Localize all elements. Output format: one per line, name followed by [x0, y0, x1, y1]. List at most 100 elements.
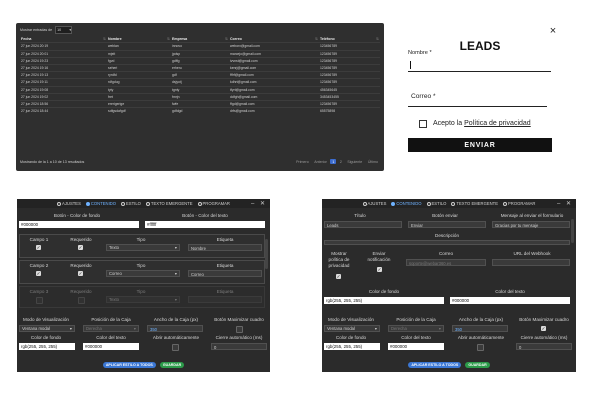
mostrar-privacidad-checkbox[interactable]: ✓	[336, 274, 341, 279]
tab-estilo[interactable]: ESTILO	[426, 201, 446, 206]
bg-input[interactable]: rgb(255, 255, 255)	[324, 297, 444, 304]
required-checkbox[interactable]: ✓	[78, 271, 83, 276]
window-buttons[interactable]: – ✕	[251, 200, 267, 207]
boton-enviar-label: Botón enviar	[432, 213, 458, 218]
close-icon[interactable]: ×	[548, 26, 558, 37]
required-checkbox[interactable]: ✓	[78, 245, 83, 250]
maximizar-label: Botón Maximizar cuadro	[519, 317, 569, 322]
apply-style-all-button[interactable]: APLICAR ESTILO A TODOS	[408, 362, 462, 368]
tipo-label: Tipo	[136, 263, 146, 268]
page-last-button[interactable]: Último	[366, 159, 380, 164]
tipo-select[interactable]: Correo ▾	[106, 270, 180, 277]
posicion-select[interactable]: Derecha ▾	[388, 325, 444, 332]
etiqueta-input[interactable]	[188, 296, 262, 303]
tab-contenido[interactable]: CONTENIDO	[85, 201, 116, 206]
sort-icon: ⇅	[102, 37, 106, 42]
editor-actions: APLICAR ESTILO A TODOS GUARDAR	[17, 361, 270, 369]
bg2-input[interactable]: rgb(255, 255, 255)	[324, 343, 380, 350]
etiqueta-input[interactable]: Nombre	[188, 244, 262, 251]
modo-label: Modo de Visualización	[328, 317, 374, 322]
posicion-select[interactable]: Derecha ▾	[83, 325, 139, 332]
text-color-input[interactable]: #000000	[83, 343, 139, 350]
tab-programar[interactable]: PROGRAMAR	[197, 201, 230, 206]
webhook-label: URL del Webhook	[513, 251, 551, 256]
clock-icon	[503, 201, 507, 206]
bg-input[interactable]: rgb(255, 255, 255)	[19, 343, 75, 350]
form-editor-content: AJUSTES CONTENIDO ESTILO TEXTO EMERGENTE…	[322, 199, 576, 372]
tab-texto-emergente[interactable]: TEXTO EMERGENTE	[451, 201, 498, 206]
nombre-field[interactable]	[408, 58, 551, 72]
chevron-down-icon: ▾	[374, 326, 377, 331]
abrir-checkbox[interactable]	[172, 344, 179, 351]
gear-icon	[57, 201, 62, 206]
column-header[interactable]: Fecha ⇅	[20, 36, 107, 43]
save-button[interactable]: GUARDAR	[465, 362, 490, 368]
tab-ajustes[interactable]: AJUSTES	[57, 201, 81, 206]
tab-ajustes[interactable]: AJUSTES	[362, 201, 386, 206]
sort-icon: ⇅	[375, 37, 379, 42]
apply-style-all-button[interactable]: APLICAR ESTILO A TODOS	[102, 362, 156, 368]
mensaje-input[interactable]: Gracias por tu mensaje	[492, 221, 570, 228]
page-prev-button[interactable]: Anterior	[312, 159, 329, 164]
tipo-select[interactable]: Texto ▾	[106, 244, 180, 251]
webhook-input[interactable]	[492, 259, 570, 266]
tab-contenido[interactable]: CONTENIDO	[391, 201, 422, 206]
entries-select[interactable]: 10 ▾	[55, 26, 73, 34]
etiqueta-label: Etiqueta	[216, 263, 234, 268]
table-row: 27 jun 2024 19:08 tyty tgnty tfyrt@gmail.co…	[20, 85, 380, 94]
tab-texto-emergente[interactable]: TEXTO EMERGENTE	[145, 201, 193, 206]
page-first-button[interactable]: Primero	[294, 159, 311, 164]
scrollbar-thumb[interactable]	[265, 239, 268, 269]
abrir-label: Abrir automáticamente	[152, 335, 200, 340]
editor-tabs: AJUSTES CONTENIDO ESTILO TEXTO EMERGENTE…	[322, 199, 576, 208]
boton-enviar-input[interactable]: Enviar	[408, 221, 486, 228]
save-button[interactable]: GUARDAR	[159, 362, 185, 368]
page-2-button[interactable]: 2	[338, 159, 344, 164]
bg2-label: Color de fondo	[335, 335, 367, 340]
descripcion-input[interactable]	[324, 240, 570, 245]
sort-icon: ⇅	[314, 37, 318, 42]
cierre-input[interactable]: 0	[516, 343, 572, 350]
titulo-input[interactable]: Leads	[324, 221, 402, 228]
submit-button[interactable]: ENVIAR	[408, 138, 552, 152]
text-color-input[interactable]: #000000	[450, 297, 570, 304]
required-label: Requerido	[70, 237, 92, 242]
modo-select[interactable]: Ventana modal ▾	[324, 325, 380, 332]
field-enabled-checkbox[interactable]: ✓	[36, 271, 41, 276]
nombre-label: Nombre *	[408, 50, 432, 56]
tipo-select[interactable]: Texto ▾	[106, 296, 180, 303]
column-header[interactable]: Nombre ⇅	[107, 36, 171, 43]
column-header[interactable]: Empresa ⇅	[171, 36, 229, 43]
table-row: 27 jun 2024 19:02 fret fmrjn ddfgh@gmail.co…	[20, 92, 380, 101]
correo-input[interactable]: soporte@webar360.es	[406, 259, 486, 266]
field-enabled-checkbox[interactable]	[36, 297, 43, 304]
ancho-input[interactable]: 350	[452, 325, 508, 332]
maximizar-checkbox[interactable]	[236, 326, 243, 333]
modo-select[interactable]: Ventana modal ▾	[19, 325, 75, 332]
btn-bg-input[interactable]: #000000	[19, 221, 139, 228]
required-checkbox[interactable]	[78, 297, 85, 304]
privacy-prefix: Acepto la	[433, 120, 465, 127]
page-1-button[interactable]: 1	[330, 159, 337, 164]
chevron-down-icon: ▾	[69, 326, 72, 331]
enviar-notificacion-checkbox[interactable]: ✓	[377, 267, 382, 272]
column-header[interactable]: Correo ⇅	[229, 36, 319, 43]
tab-programar[interactable]: PROGRAMAR	[503, 201, 535, 206]
abrir-checkbox[interactable]	[477, 344, 484, 351]
cierre-input[interactable]: 0	[211, 343, 267, 350]
btn-text-input[interactable]: #ffffff	[145, 221, 265, 228]
text2-color-input[interactable]: #000000	[388, 343, 444, 350]
privacy-policy-link[interactable]: Política de privacidad	[464, 120, 531, 127]
page-next-button[interactable]: Siguiente	[345, 159, 364, 164]
text2-color-label: Color del texto	[401, 335, 431, 340]
tab-estilo[interactable]: ESTILO	[121, 201, 141, 206]
ancho-input[interactable]: 350	[147, 325, 203, 332]
correo-field[interactable]	[408, 99, 547, 107]
etiqueta-input[interactable]: Correo	[188, 270, 262, 277]
column-header[interactable]: Teléfono ⇅	[319, 36, 380, 43]
privacy-checkbox[interactable]	[419, 120, 427, 128]
maximizar-checkbox[interactable]: ✓	[541, 326, 546, 331]
window-buttons[interactable]: – ✕	[557, 200, 573, 207]
field-enabled-checkbox[interactable]: ✓	[36, 245, 41, 250]
scrollbar-thumb[interactable]	[571, 219, 574, 243]
